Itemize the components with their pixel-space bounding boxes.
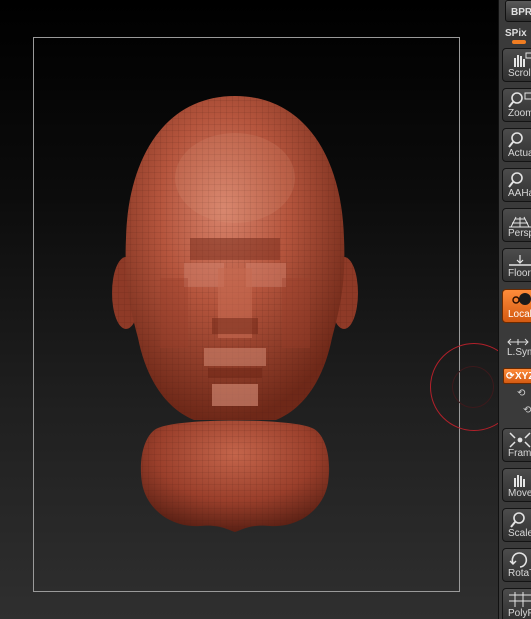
floor-icon	[509, 255, 531, 266]
spix-label: SPix	[505, 28, 527, 39]
head-sculpt-model[interactable]	[100, 88, 370, 538]
polyframe-icon	[509, 592, 531, 607]
scroll-button[interactable]: Scroll	[502, 48, 531, 82]
polyf-label: PolyF	[508, 608, 531, 619]
right-shelf: BPR SPix Scroll Zoom Actual AAHalf	[498, 0, 531, 619]
rotate-button[interactable]: RotaT	[502, 548, 531, 582]
bpr-button[interactable]: BPR	[505, 0, 531, 22]
local-label: Local	[508, 309, 531, 320]
rotation-gyro-inner-ring	[452, 366, 494, 408]
perspective-grid-icon	[509, 216, 531, 228]
lsym-label[interactable]: L.Sym	[507, 347, 531, 358]
scale-label: Scale	[508, 528, 531, 539]
polyf-button[interactable]: PolyF	[502, 588, 531, 619]
rotate-label: RotaT	[508, 568, 531, 579]
move-hand-icon	[514, 475, 525, 487]
persp-label: Persp	[508, 228, 531, 239]
aahalf-icon	[508, 172, 523, 188]
floor-button[interactable]: Floor	[502, 248, 531, 282]
local-transform-icon	[512, 293, 531, 305]
scale-button[interactable]: Scale	[502, 508, 531, 542]
xyz-rotate-icon: ⟳	[506, 371, 515, 382]
actual-size-icon	[508, 132, 523, 148]
move-button[interactable]: Move	[502, 468, 531, 502]
rotate-icon	[509, 552, 528, 568]
canvas-viewport[interactable]	[0, 0, 498, 619]
frame-button[interactable]: Frame	[502, 428, 531, 462]
actual-label: Actual	[508, 148, 531, 159]
scroll-label: Scroll	[508, 68, 531, 79]
zoom-label: Zoom	[508, 108, 531, 119]
scale-icon	[510, 512, 525, 528]
lsym-icon	[507, 338, 529, 346]
z-rotate-icon[interactable]: ⟲	[523, 405, 531, 416]
frame-icon	[509, 432, 531, 448]
aahalf-label: AAHalf	[508, 188, 531, 199]
actual-button[interactable]: Actual	[502, 128, 531, 162]
spix-slider[interactable]	[512, 40, 526, 44]
xyz-label: XYZ	[515, 371, 531, 382]
move-label: Move	[508, 488, 531, 499]
zoom-button[interactable]: Zoom	[502, 88, 531, 122]
frame-label: Frame	[508, 448, 531, 459]
local-button[interactable]: Local	[502, 289, 531, 323]
y-rotate-icon[interactable]: ⟲	[517, 388, 527, 399]
xyz-button[interactable]: ⟳ XYZ	[503, 368, 531, 384]
persp-button[interactable]: Persp	[502, 208, 531, 242]
floor-label: Floor	[508, 268, 531, 279]
zoom-icon	[508, 92, 531, 108]
hand-scroll-icon	[514, 52, 531, 67]
aahalf-button[interactable]: AAHalf	[502, 168, 531, 202]
